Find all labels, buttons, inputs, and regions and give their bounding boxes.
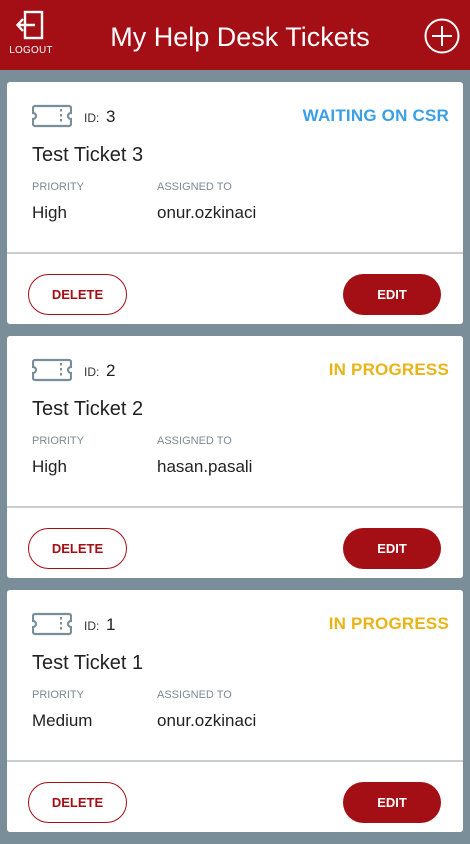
ticket-status: IN PROGRESS — [328, 360, 449, 379]
edit-button[interactable]: EDIT — [343, 274, 441, 315]
ticket-status: WAITING ON CSR — [302, 106, 449, 125]
delete-button[interactable]: DELETE — [28, 274, 127, 315]
plus-circle-icon — [424, 18, 460, 54]
priority-label: PRIORITY — [32, 689, 84, 701]
page-title: My Help Desk Tickets — [110, 22, 370, 52]
delete-button[interactable]: DELETE — [28, 528, 127, 569]
assigned-to-value: hasan.pasali — [157, 457, 253, 476]
ticket-icon — [32, 104, 72, 128]
ticket-status: IN PROGRESS — [328, 614, 449, 633]
assigned-to-label: ASSIGNED TO — [157, 181, 232, 193]
ticket-id: 2 — [106, 361, 116, 380]
ticket-title: Test Ticket 1 — [32, 652, 144, 674]
edit-button[interactable]: EDIT — [343, 528, 441, 569]
delete-button[interactable]: DELETE — [28, 782, 127, 823]
assigned-to-label: ASSIGNED TO — [157, 435, 232, 447]
assigned-to-value: onur.ozkinaci — [157, 203, 257, 222]
ticket-card: ID: 2 IN PROGRESS Test Ticket 2 PRIORITY… — [7, 336, 463, 578]
ticket-icon — [32, 358, 72, 382]
card-divider — [7, 506, 463, 508]
add-ticket-button[interactable] — [424, 18, 460, 54]
ticket-id: 1 — [106, 615, 116, 634]
ticket-id-label: ID: — [84, 619, 100, 633]
priority-value: High — [32, 203, 67, 222]
ticket-icon — [32, 612, 72, 636]
priority-label: PRIORITY — [32, 181, 84, 193]
ticket-card: ID: 1 IN PROGRESS Test Ticket 1 PRIORITY… — [7, 590, 463, 832]
priority-label: PRIORITY — [32, 435, 84, 447]
app-header: LOGOUT My Help Desk Tickets — [0, 0, 470, 70]
ticket-id: 3 — [106, 107, 116, 126]
ticket-card: ID: 3 WAITING ON CSR Test Ticket 3 PRIOR… — [7, 82, 463, 324]
ticket-id-label: ID: — [84, 111, 100, 125]
card-divider — [7, 252, 463, 254]
ticket-title: Test Ticket 2 — [32, 398, 144, 420]
card-divider — [7, 760, 463, 762]
ticket-title: Test Ticket 3 — [32, 144, 144, 166]
ticket-id-label: ID: — [84, 365, 100, 379]
assigned-to-value: onur.ozkinaci — [157, 711, 257, 730]
priority-value: High — [32, 457, 67, 476]
priority-value: Medium — [32, 711, 93, 730]
assigned-to-label: ASSIGNED TO — [157, 689, 232, 701]
edit-button[interactable]: EDIT — [343, 782, 441, 823]
